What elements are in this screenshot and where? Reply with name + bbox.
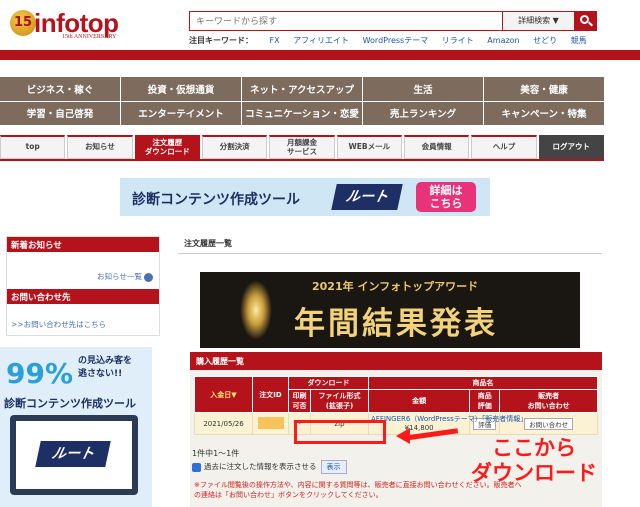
category-campaign[interactable]: キャンペーン・特集 (484, 101, 604, 125)
search-button[interactable] (575, 11, 597, 31)
banner-details-button[interactable]: 詳細は こちら (416, 182, 476, 212)
seller-contact-button[interactable]: お問い合わせ (524, 417, 574, 430)
news-list-link[interactable]: お知らせ一覧 (97, 271, 153, 282)
promo-banner[interactable]: 診断コンテンツ作成ツール ルート 詳細は こちら (120, 178, 490, 216)
tab-webmail[interactable]: WEBメール (336, 135, 402, 159)
tab-logout[interactable]: ログアウト (538, 135, 604, 159)
page-title: 注文履歴一覧 (178, 234, 602, 254)
col-product-name: 商品名 (368, 376, 598, 390)
category-nav: ビジネス・稼ぐ 投資・仮想通貨 ネット・アクセスアップ 生活 美容・健康 学習・… (0, 77, 604, 125)
member-tabs: top お知らせ 注文履歴 ダウンロード 分割決済 月額課金 サービス WEBメ… (0, 135, 604, 159)
support-note: ※ファイル閲覧後の操作方法や、内容に関する質問等は、販売者に直接お問い合わせくだ… (194, 481, 522, 499)
tab-order-history[interactable]: 注文履歴 ダウンロード (134, 135, 200, 159)
category-investment[interactable]: 投資・仮想通貨 (121, 77, 241, 101)
download-highlight-box (294, 420, 386, 444)
award-title: 年間結果発表 (294, 306, 498, 342)
tab-installments[interactable]: 分割決済 (201, 135, 268, 159)
featured-keywords: 注目キーワード： FX アフィリエイト WordPressテーマ リライト Am… (189, 35, 598, 46)
left-sidebar: 新着お知らせ お知らせ一覧 お問い合わせ先 >>お問い合わせ先はこちら (6, 236, 160, 336)
category-life[interactable]: 生活 (363, 77, 483, 101)
row-date: 2021/05/26 (194, 412, 253, 435)
col-review: 商品 評価 (469, 389, 501, 413)
tab-subscriptions[interactable]: 月額課金 サービス (269, 135, 335, 159)
header-divider (0, 50, 640, 60)
promo-sub1: の見込み客を (78, 356, 133, 366)
arrow-head-icon (396, 428, 410, 444)
product-link[interactable]: AFFINGER6（WordPressテーマ）「販売者情報」 (371, 414, 527, 424)
laptop-icon: ルート (10, 415, 138, 495)
past-orders-label: 過去に注文した情報を表示させる (204, 462, 317, 471)
keyword-link[interactable]: 競馬 (571, 36, 587, 45)
category-entertainment[interactable]: エンターテイメント (121, 101, 241, 125)
contact-heading: お問い合わせ先 (7, 289, 159, 304)
category-learning[interactable]: 学習・自己啓発 (0, 101, 120, 125)
tabs-divider (0, 159, 604, 161)
tab-help[interactable]: ヘルプ (471, 135, 537, 159)
logo-subtitle: 15th ANNIVERSARY (62, 34, 117, 40)
news-heading: 新着お知らせ (7, 237, 159, 252)
download-annotation: ここから ダウンロード (471, 436, 597, 485)
keywords-label: 注目キーワード： (189, 36, 253, 45)
promo-title: 診断コンテンツ作成ツール (4, 397, 136, 410)
col-print: 印刷 可否 (288, 389, 311, 413)
keyword-link[interactable]: リライト (442, 36, 474, 45)
anniversary-badge: 15 (10, 10, 36, 36)
col-date[interactable]: 入金日▼ (194, 376, 253, 413)
category-business[interactable]: ビジネス・稼ぐ (0, 77, 120, 101)
purchase-history-heading: 購入履歴一覧 (190, 352, 602, 370)
search-input[interactable] (189, 11, 503, 31)
category-communication[interactable]: コミュニケーション・恋愛 (242, 101, 362, 125)
left-promo-ad[interactable]: 99% の見込み客を 逃さない!! 診断コンテンツ作成ツール ルート (0, 347, 152, 507)
keyword-link[interactable]: WordPressテーマ (363, 36, 429, 45)
past-orders-checkbox[interactable] (192, 462, 201, 472)
category-internet[interactable]: ネット・アクセスアップ (242, 77, 362, 101)
keyword-link[interactable]: Amazon (487, 36, 519, 45)
promo-percent: 99% (6, 357, 74, 390)
row-order-id (252, 412, 289, 435)
tab-notices[interactable]: お知らせ (67, 135, 133, 159)
banner-text: 診断コンテンツ作成ツール (132, 192, 300, 208)
tab-top[interactable]: top (0, 135, 66, 159)
col-seller-contact: 販売者 お問い合わせ (499, 389, 598, 413)
banner-logo: ルート (331, 184, 403, 210)
keyword-link[interactable]: せどり (533, 36, 557, 45)
keyword-link[interactable]: アフィリエイト (293, 36, 349, 45)
col-download: ダウンロード (288, 376, 369, 390)
col-file-format: ファイル形式 (拡張子) (310, 389, 369, 413)
detail-search-dropdown[interactable]: 詳細検索 ▼ (503, 11, 575, 31)
award-subtitle: 2021年 インフォトップアワード (312, 280, 479, 293)
trophy-icon (240, 280, 272, 340)
site-logo[interactable]: 15 infotop 15th ANNIVERSARY (8, 6, 138, 44)
result-count: 1件中1〜1件 (192, 449, 240, 458)
col-amount: 金額 (367, 389, 471, 413)
contact-link[interactable]: >>お問い合わせ先はこちら (11, 319, 106, 330)
show-button[interactable]: 表示 (320, 460, 347, 474)
keyword-link[interactable]: FX (270, 36, 280, 45)
tab-member-info[interactable]: 会員情報 (403, 135, 470, 159)
redacted-order-id (257, 416, 284, 429)
promo-sub2: 逃さない!! (78, 369, 123, 379)
past-orders-toggle: 過去に注文した情報を表示させる 表示 (192, 460, 347, 474)
award-banner[interactable]: 2021年 インフォトップアワード 年間結果発表 (200, 272, 580, 348)
category-beauty[interactable]: 美容・健康 (484, 77, 604, 101)
promo-subtext: の見込み客を 逃さない!! (78, 355, 132, 381)
arrow-circle-icon (144, 272, 153, 282)
col-order-id: 注文ID (252, 376, 289, 413)
purchase-table: 入金日▼ 注文ID ダウンロード 商品名 印刷 可否 ファイル形式 (拡張子) … (194, 376, 598, 435)
news-list-label: お知らせ一覧 (97, 272, 142, 281)
category-ranking[interactable]: 売上ランキング (363, 101, 483, 125)
promo-logo: ルート (35, 441, 111, 467)
